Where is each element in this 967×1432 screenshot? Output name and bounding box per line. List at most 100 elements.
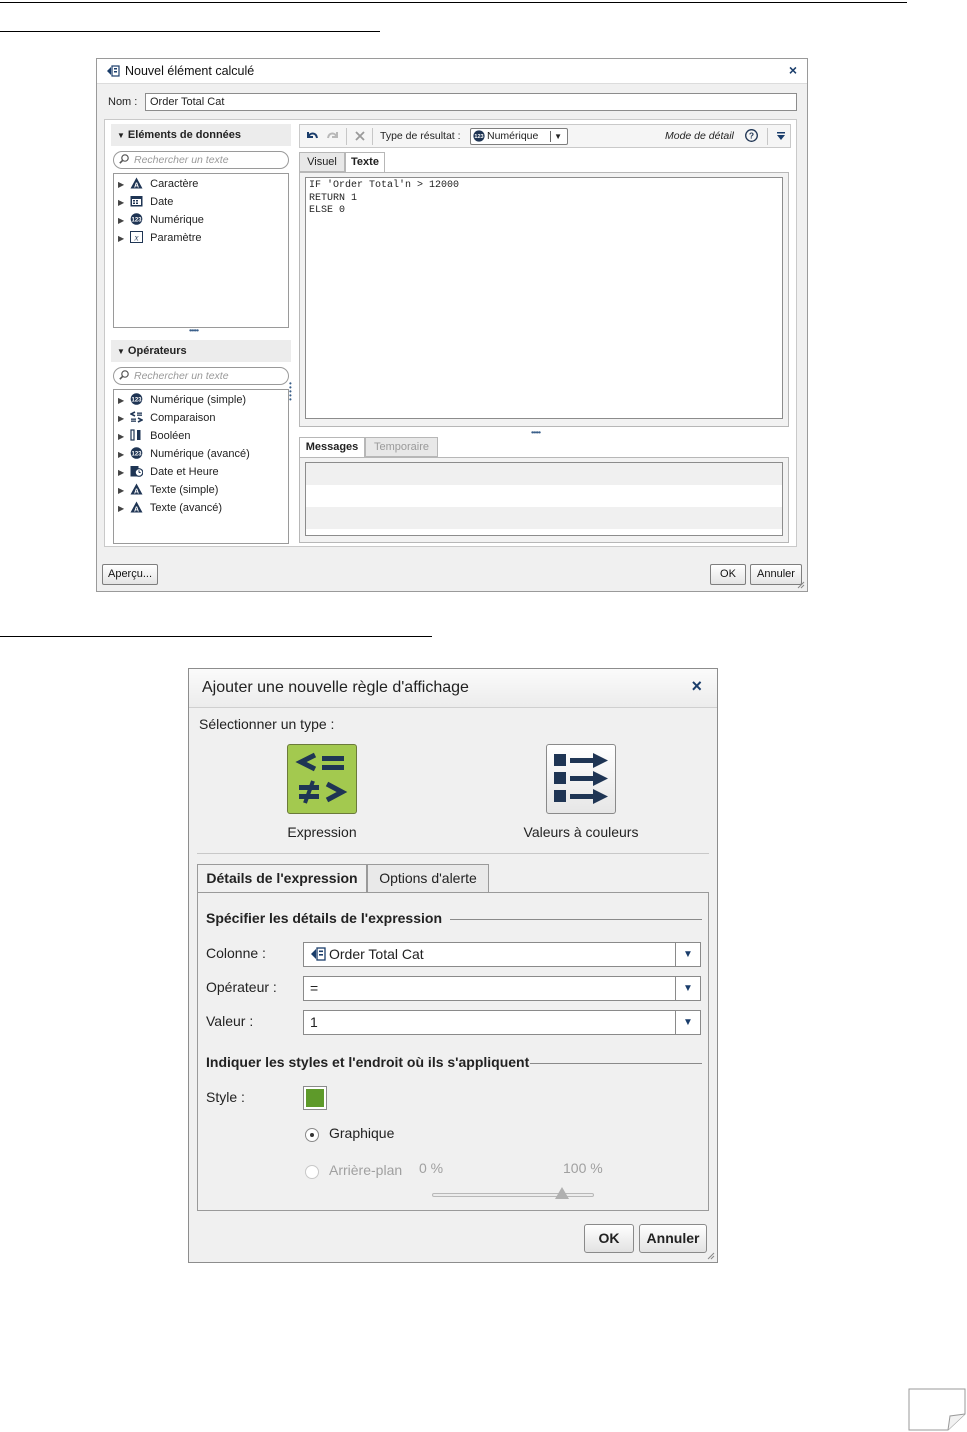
tree-item-label: Date: [150, 196, 174, 208]
parameter-icon: x: [130, 231, 144, 243]
preview-button[interactable]: Aperçu...: [102, 564, 158, 585]
tab-temporary[interactable]: Temporaire: [365, 437, 438, 457]
close-icon[interactable]: ×: [691, 676, 702, 697]
expression-details-panel: [197, 892, 709, 1211]
tree-item-numeric-simple[interactable]: ▶ 123 Numérique (simple): [118, 391, 246, 409]
expression-icon: [295, 752, 348, 804]
tree-item-numeric-advanced[interactable]: ▶ 123 Numérique (avancé): [118, 445, 250, 463]
tree-item-label: Comparaison: [150, 412, 216, 424]
dialog-title: Nouvel élément calculé: [125, 64, 255, 78]
resize-grip-icon[interactable]: [797, 581, 805, 589]
svg-text:?: ?: [749, 131, 754, 141]
collapse-icon: ▼: [117, 347, 125, 356]
list-item: [306, 485, 782, 507]
close-icon[interactable]: ×: [789, 62, 797, 78]
undo-icon[interactable]: [305, 129, 319, 143]
tab-alert-options[interactable]: Options d'alerte: [367, 864, 489, 893]
numeric-icon: 123: [130, 447, 143, 459]
tree-item-comparison[interactable]: ▶ Comparaison: [118, 409, 216, 427]
value-select[interactable]: 1 ▼: [303, 1010, 701, 1035]
transparency-max-label: 100 %: [563, 1160, 603, 1176]
svg-text:123: 123: [132, 217, 143, 223]
tab-visual[interactable]: Visuel: [299, 152, 345, 172]
select-type-label: Sélectionner un type :: [199, 716, 335, 732]
cancel-button[interactable]: Annuler: [639, 1224, 707, 1253]
text-icon: A: [130, 483, 143, 495]
expand-icon: ▶: [118, 180, 125, 189]
tree-item-date-time[interactable]: ▶ Date et Heure: [118, 463, 219, 481]
expand-icon: ▶: [118, 468, 125, 477]
expand-icon: ▶: [118, 414, 125, 423]
transparency-slider[interactable]: [432, 1193, 594, 1197]
messages-panel: [299, 457, 789, 543]
horizontal-splitter-handle[interactable]: •••••: [531, 428, 541, 437]
toolbar-separator: [372, 128, 373, 145]
expand-icon: ▶: [118, 198, 125, 207]
operators-search-input[interactable]: Rechercher un texte: [113, 367, 289, 385]
vertical-splitter-handle[interactable]: • • • • •: [289, 380, 292, 404]
section-divider: [197, 853, 709, 854]
tree-item-date[interactable]: ▶ Date: [118, 193, 173, 211]
result-type-select[interactable]: 123 Numérique ▼: [470, 128, 568, 145]
ok-button[interactable]: OK: [584, 1224, 634, 1253]
search-icon: [119, 154, 129, 164]
delete-icon[interactable]: [353, 129, 367, 143]
numeric-icon: 123: [473, 130, 485, 142]
resize-grip-icon[interactable]: [707, 1252, 715, 1260]
column-select[interactable]: Order Total Cat ▼: [303, 942, 701, 967]
redo-icon[interactable]: [326, 129, 340, 143]
style-group-heading: Indiquer les styles et l'endroit où ils …: [206, 1054, 530, 1070]
name-label: Nom :: [108, 96, 138, 108]
color-values-type-button[interactable]: [546, 744, 616, 814]
tree-item-numeric[interactable]: ▶ 123 Numérique: [118, 211, 204, 229]
cancel-button[interactable]: Annuler: [750, 564, 802, 585]
background-radio[interactable]: [305, 1165, 319, 1179]
new-calculated-item-dialog: Nouvel élément calculé × Nom : Order Tot…: [96, 58, 808, 592]
svg-text:A: A: [134, 489, 139, 496]
operators-header-label: Opérateurs: [127, 345, 187, 357]
tab-text[interactable]: Texte: [345, 152, 385, 172]
tree-item-boolean[interactable]: ▶ Booléen: [118, 427, 191, 445]
name-input[interactable]: Order Total Cat: [145, 93, 797, 111]
svg-text:123: 123: [132, 451, 143, 457]
tree-item-character[interactable]: ▶ A Caractère: [118, 175, 198, 193]
data-items-search-input[interactable]: Rechercher un texte: [113, 151, 289, 169]
overflow-menu-icon[interactable]: [774, 129, 788, 143]
calculated-item-icon: [107, 65, 120, 77]
horizontal-splitter-handle[interactable]: •••••: [189, 326, 199, 335]
color-values-type-label: Valeurs à couleurs: [523, 824, 639, 840]
tree-item-label: Texte (avancé): [149, 502, 223, 514]
code-line: IF 'Order Total'n > 12000: [309, 180, 460, 191]
tab-expression-details[interactable]: Détails de l'expression: [197, 864, 367, 894]
collapse-icon: ▼: [117, 131, 125, 140]
toolbar-separator: [346, 128, 347, 145]
tree-item-label: Paramètre: [150, 232, 202, 244]
expand-icon: ▶: [118, 216, 125, 225]
tree-item-parameter[interactable]: ▶ x Paramètre: [118, 229, 201, 247]
svg-text:A: A: [134, 183, 139, 190]
result-type-label: Type de résultat :: [380, 130, 461, 142]
slider-thumb[interactable]: [554, 1187, 569, 1199]
background-label: Arrière-plan: [329, 1162, 403, 1178]
color-values-icon: [554, 753, 608, 804]
expand-icon: ▶: [118, 504, 125, 513]
data-items-header[interactable]: ▼ Eléments de données: [111, 124, 291, 146]
expression-group-heading: Spécifier les détails de l'expression: [206, 910, 442, 926]
value-value: 1: [310, 1014, 318, 1030]
ok-button[interactable]: OK: [710, 564, 746, 585]
style-color-picker[interactable]: [303, 1086, 327, 1110]
data-items-tree: ▶ A Caractère ▶ Date ▶ 123 Numérique ▶ x: [113, 173, 289, 328]
help-icon[interactable]: ?: [745, 129, 758, 142]
operator-select[interactable]: = ▼: [303, 976, 701, 1001]
tree-item-text-advanced[interactable]: ▶ A Texte (avancé): [118, 499, 222, 517]
expression-code-editor[interactable]: IF 'Order Total'n > 12000 RETURN 1 ELSE …: [305, 177, 783, 419]
transparency-min-label: 0 %: [419, 1160, 444, 1176]
graphic-radio[interactable]: [305, 1128, 319, 1142]
expression-type-label: Expression: [287, 824, 357, 840]
column-label: Colonne :: [206, 945, 266, 961]
tree-item-text-simple[interactable]: ▶ A Texte (simple): [118, 481, 218, 499]
tab-messages[interactable]: Messages: [299, 437, 365, 457]
color-swatch: [306, 1089, 324, 1107]
expression-type-button[interactable]: [287, 744, 357, 814]
operators-header[interactable]: ▼ Opérateurs: [111, 340, 291, 362]
